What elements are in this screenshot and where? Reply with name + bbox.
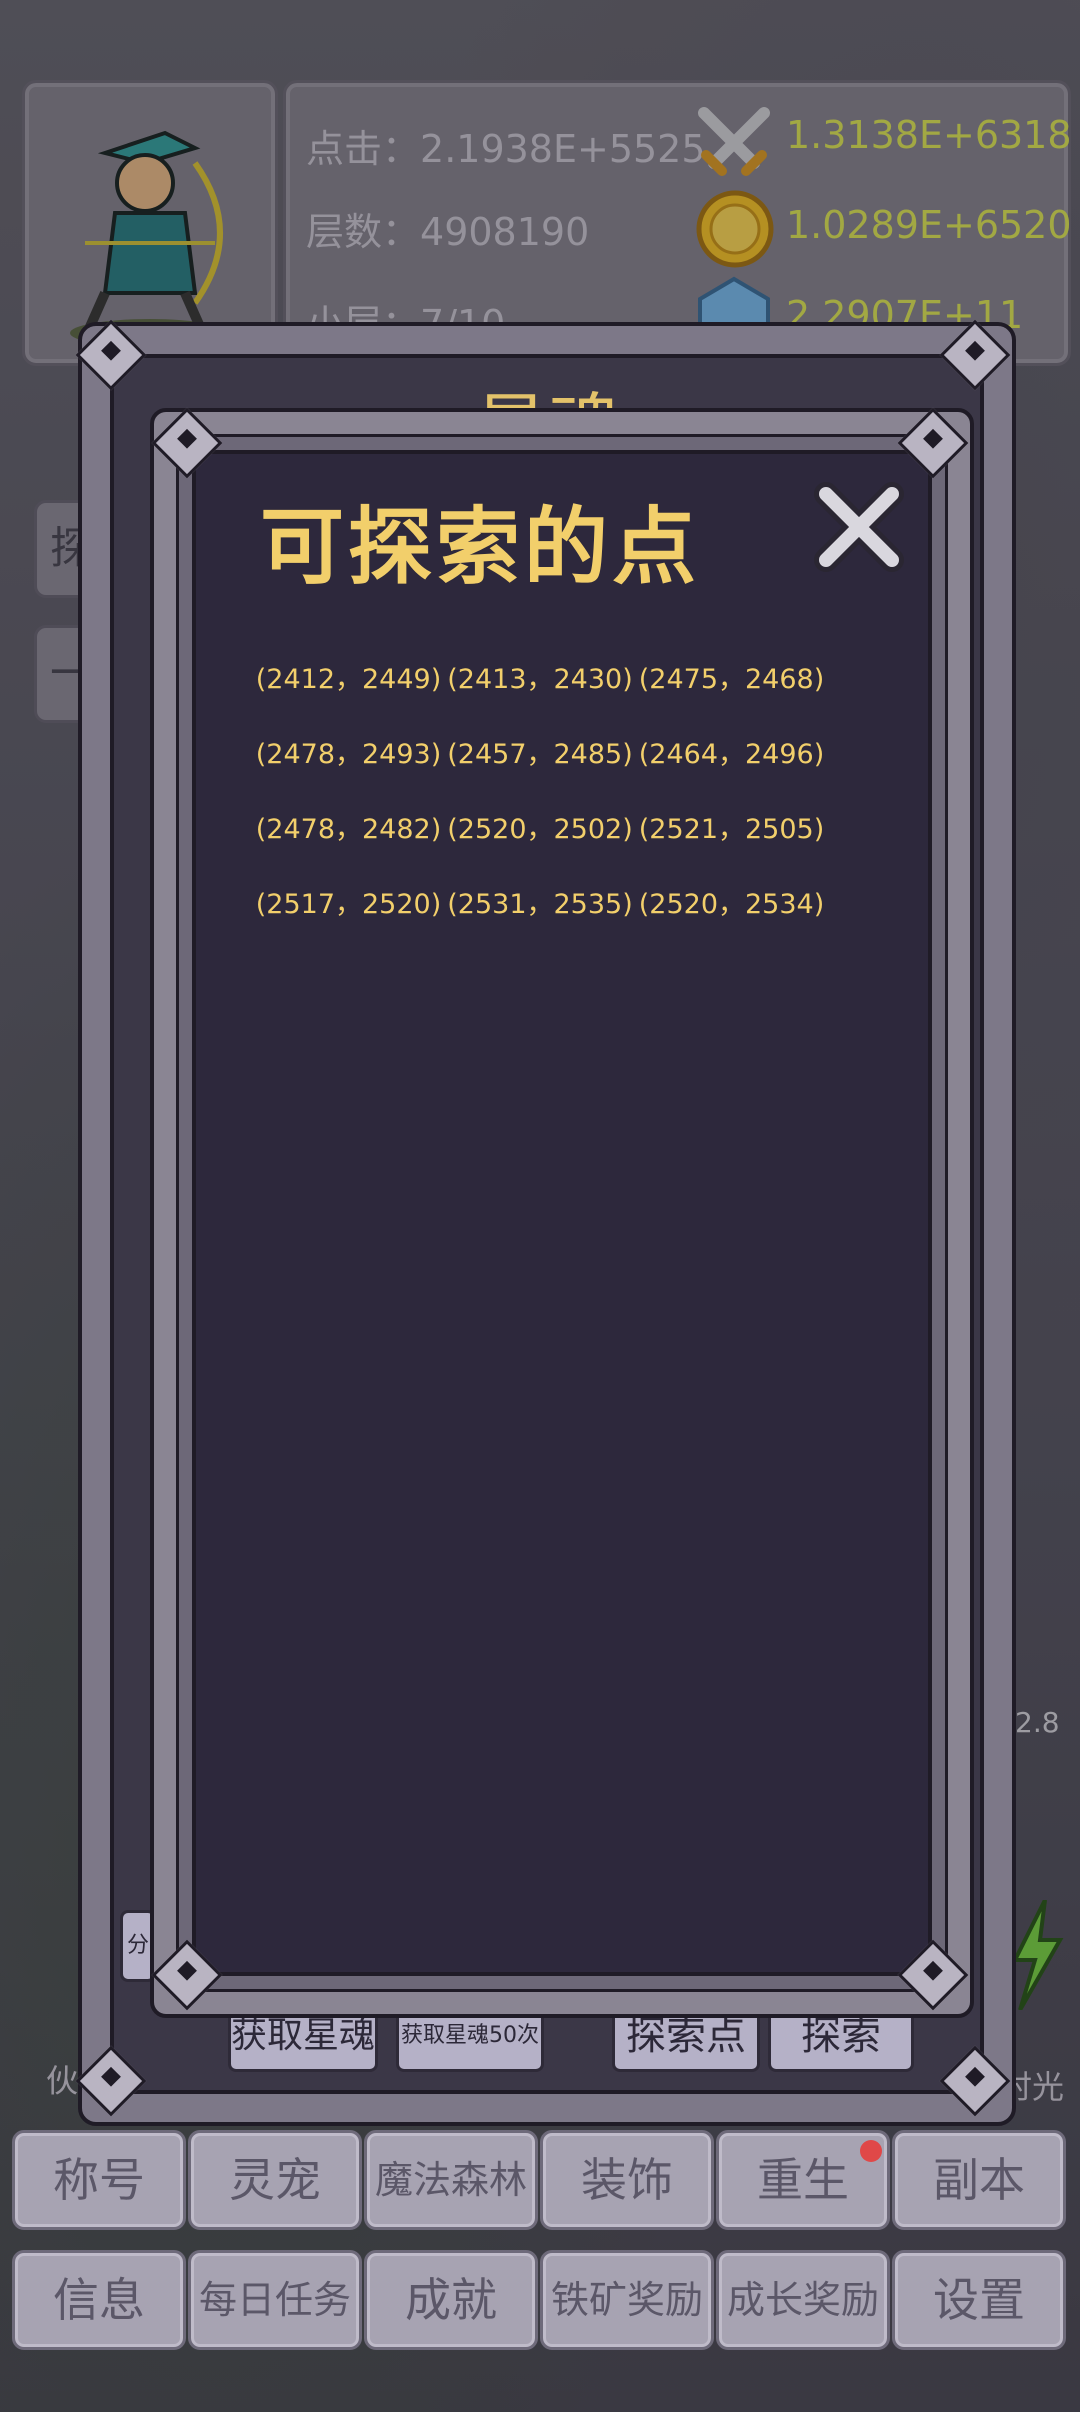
menu-settings-button[interactable]: 设置 bbox=[892, 2250, 1066, 2350]
menu-daily-tasks-button[interactable]: 每日任务 bbox=[188, 2250, 362, 2350]
points-row: (2478，2493) (2457，2485) (2464，2496) bbox=[184, 731, 896, 806]
point-item[interactable]: (2517，2520) bbox=[256, 881, 442, 956]
menu-magic-forest-button[interactable]: 魔法森林 bbox=[364, 2130, 538, 2230]
point-item[interactable]: (2520，2502) bbox=[447, 806, 633, 881]
points-row: (2517，2520) (2531，2535) (2520，2534) bbox=[184, 881, 896, 956]
point-item[interactable]: (2520，2534) bbox=[639, 881, 825, 956]
menu-dungeon-button[interactable]: 副本 bbox=[892, 2130, 1066, 2230]
point-item[interactable]: (2478，2493) bbox=[256, 731, 442, 806]
menu-decoration-button[interactable]: 装饰 bbox=[540, 2130, 714, 2230]
points-list: (2412，2449) (2413，2430) (2475，2468) (247… bbox=[184, 656, 896, 956]
close-icon bbox=[814, 482, 904, 572]
menu-iron-reward-button[interactable]: 铁矿奖励 bbox=[540, 2250, 714, 2350]
point-item[interactable]: (2531，2535) bbox=[447, 881, 633, 956]
point-item[interactable]: (2412，2449) bbox=[256, 656, 442, 731]
point-item[interactable]: (2475，2468) bbox=[639, 656, 825, 731]
menu-info-button[interactable]: 信息 bbox=[12, 2250, 186, 2350]
point-item[interactable]: (2413，2430) bbox=[447, 656, 633, 731]
points-row: (2478，2482) (2520，2502) (2521，2505) bbox=[184, 806, 896, 881]
menu-title-button[interactable]: 称号 bbox=[12, 2130, 186, 2230]
close-button[interactable] bbox=[812, 480, 906, 574]
point-item[interactable]: (2521，2505) bbox=[639, 806, 825, 881]
point-item[interactable]: (2457，2485) bbox=[447, 731, 633, 806]
dialog-title: 可探索的点 bbox=[259, 498, 700, 596]
explorable-points-dialog bbox=[150, 408, 974, 2018]
menu-achievements-button[interactable]: 成就 bbox=[364, 2250, 538, 2350]
point-item[interactable]: (2464，2496) bbox=[639, 731, 825, 806]
menu-growth-reward-button[interactable]: 成长奖励 bbox=[716, 2250, 890, 2350]
notification-dot bbox=[860, 2140, 882, 2162]
menu-pet-button[interactable]: 灵宠 bbox=[188, 2130, 362, 2230]
point-item[interactable]: (2478，2482) bbox=[256, 806, 442, 881]
points-row: (2412，2449) (2413，2430) (2475，2468) bbox=[184, 656, 896, 731]
